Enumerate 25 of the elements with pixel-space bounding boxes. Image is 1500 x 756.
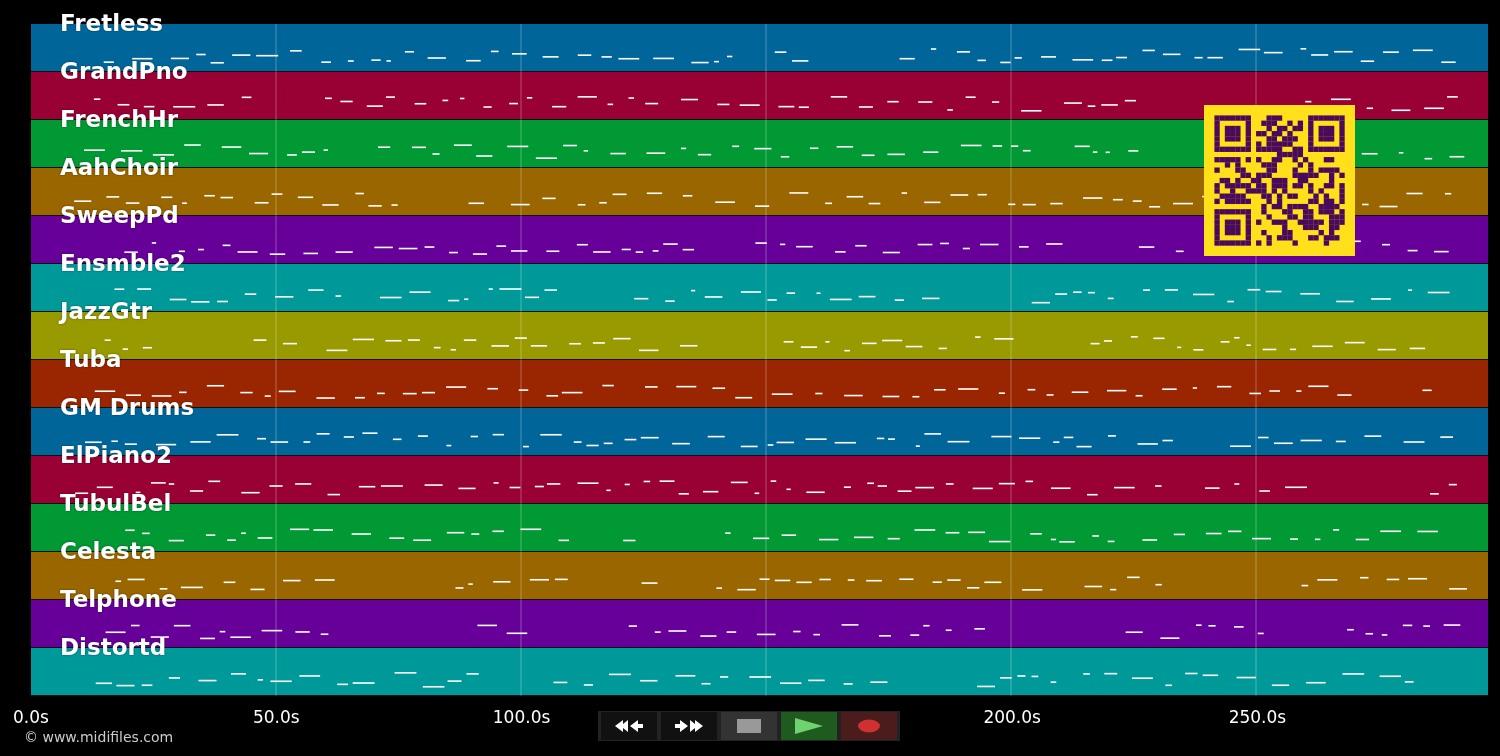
tick-label: 250.0s xyxy=(1228,706,1287,729)
track-name: JazzGtr xyxy=(60,297,153,325)
rewind-button[interactable] xyxy=(601,712,657,740)
track-name: Tuba xyxy=(60,345,122,373)
copyright-text: © www.midifiles.com xyxy=(24,728,174,747)
tick-label: 100.0s xyxy=(492,706,551,729)
tick-label: 200.0s xyxy=(983,706,1041,729)
play-icon xyxy=(794,718,824,734)
tick-label: 0.0s xyxy=(13,706,49,729)
track-name: AahChoir xyxy=(60,153,178,181)
track-name: Fretless xyxy=(60,9,164,37)
track-name: ElPiano2 xyxy=(60,441,173,469)
tick-label: 50.0s xyxy=(252,706,300,729)
track-name: SweepPd xyxy=(60,201,179,229)
record-icon xyxy=(857,719,881,733)
record-button[interactable] xyxy=(841,712,897,740)
stop-icon xyxy=(737,719,761,733)
fast-forward-button[interactable] xyxy=(661,712,717,740)
rewind-icon xyxy=(614,718,644,734)
track-name: Telphone xyxy=(60,585,177,613)
track-name: GrandPno xyxy=(60,57,188,85)
fast-forward-icon xyxy=(674,718,704,734)
track-name: Celesta xyxy=(60,537,157,565)
play-button[interactable] xyxy=(781,712,837,740)
stop-button[interactable] xyxy=(721,712,777,740)
